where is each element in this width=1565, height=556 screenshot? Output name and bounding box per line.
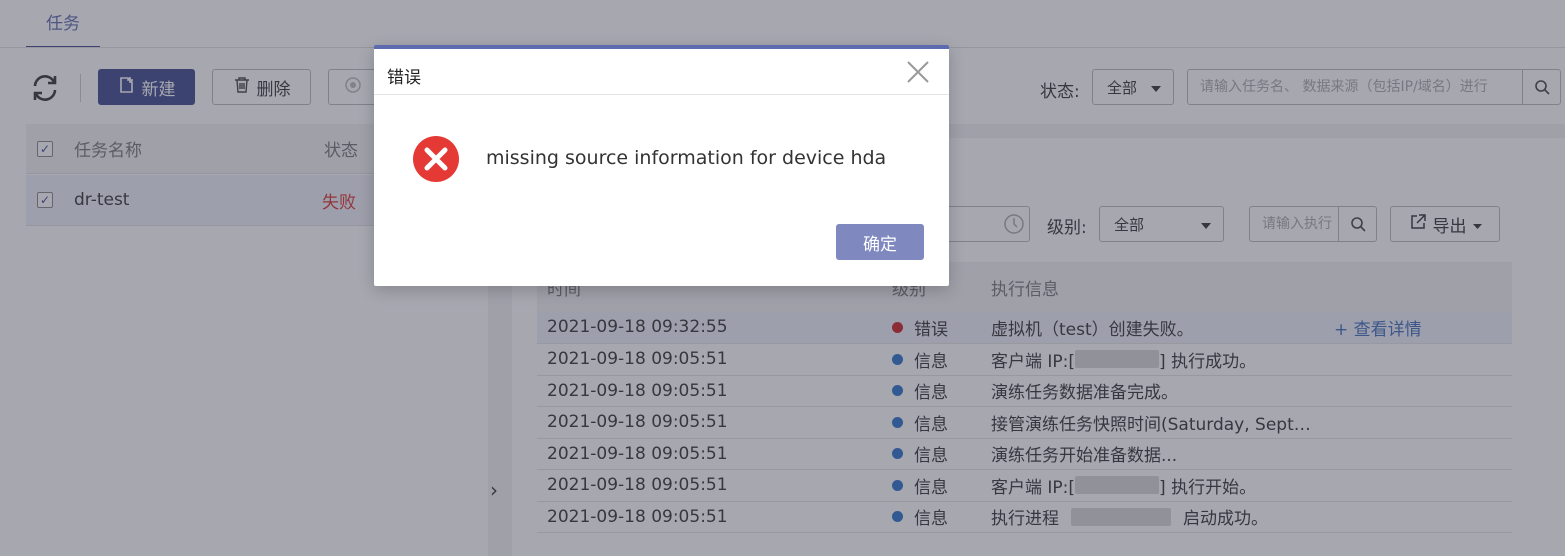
dialog-message: missing source information for device hd… [486,147,887,169]
error-dialog: 错误 missing source information for device… [374,45,949,286]
close-icon[interactable] [905,59,931,85]
dialog-divider [374,94,949,95]
error-icon [412,135,460,183]
dialog-title: 错误 [387,68,421,88]
confirm-button[interactable]: 确定 [836,224,924,260]
